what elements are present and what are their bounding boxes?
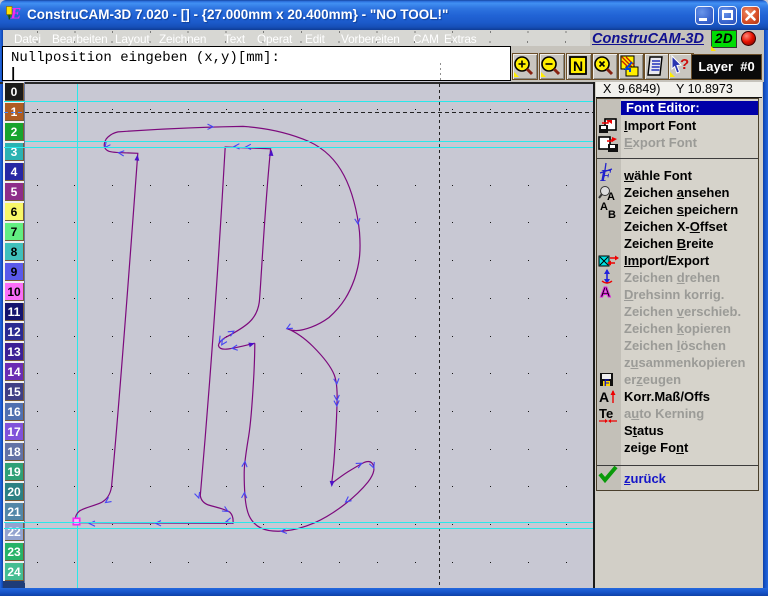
svg-text:A: A [607,191,615,203]
svg-text:B: B [608,209,616,221]
svg-text:F: F [604,378,610,388]
svg-text:?: ? [680,56,689,73]
svg-text:N: N [573,58,583,74]
svg-text:Te: Te [599,406,613,421]
svg-text:A: A [600,284,611,301]
svg-text:E: E [10,6,22,22]
svg-text:A: A [600,201,608,213]
svg-text:A: A [599,389,609,405]
